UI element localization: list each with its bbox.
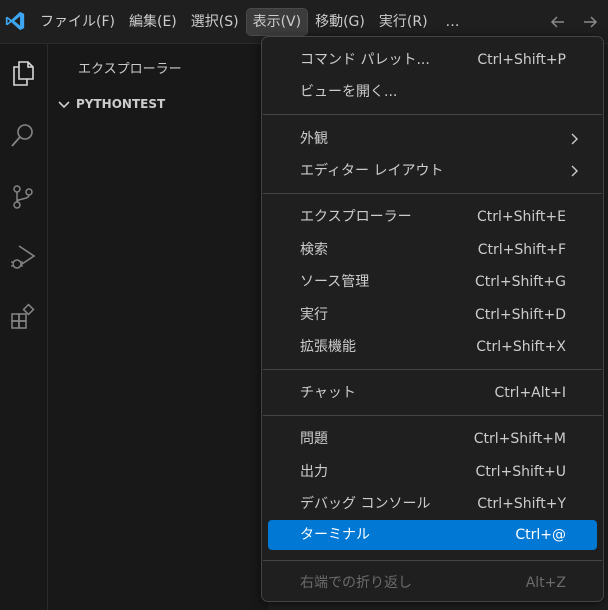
menu-separator (263, 560, 602, 561)
menu-item-problems[interactable]: 問題 Ctrl+Shift+M (268, 426, 597, 452)
menu-item-label: 出力 (300, 464, 328, 480)
menu-item-source-control[interactable]: ソース管理 Ctrl+Shift+G (268, 269, 597, 295)
menu-separator (263, 114, 602, 115)
menu-item-label: チャット (300, 385, 356, 401)
explorer-icon (13, 61, 34, 86)
menu-item-shortcut: Ctrl+Shift+F (477, 242, 566, 258)
menu-more[interactable]: … (436, 9, 470, 35)
menu-item-label: エディター レイアウト (300, 163, 444, 179)
menu-item-shortcut: Ctrl+Shift+M (473, 431, 566, 447)
chevron-right-icon (571, 165, 578, 177)
menu-separator (263, 369, 602, 370)
menu-item-label: コマンド パレット... (300, 52, 430, 68)
menu-item-label: 外観 (300, 131, 328, 147)
menu-item-label: ビューを開く... (300, 84, 398, 100)
explorer-sidebar: エクスプローラー PYTHONTEST (48, 44, 268, 610)
menu-item-shortcut: Ctrl+Shift+X (476, 339, 566, 355)
menu-item-label: 右端での折り返し (300, 575, 412, 591)
menu-item-word-wrap[interactable]: 右端での折り返し Alt+Z (268, 570, 597, 596)
vscode-logo-icon (5, 11, 25, 31)
menu-item-run[interactable]: 実行 Ctrl+Shift+D (268, 302, 597, 328)
view-menu-dropdown: コマンド パレット... Ctrl+Shift+P ビューを開く... 外観 エ… (261, 36, 604, 602)
menu-item-label: デバッグ コンソール (300, 496, 431, 512)
menu-item-shortcut: Ctrl+@ (515, 527, 566, 543)
menu-item-label: ターミナル (300, 527, 370, 543)
menu-item-output[interactable]: 出力 Ctrl+Shift+U (268, 459, 597, 485)
chevron-right-icon (571, 133, 578, 145)
run-debug-icon (11, 245, 36, 269)
run-debug-button[interactable] (8, 242, 40, 274)
menu-item-shortcut: Ctrl+Shift+G (474, 274, 566, 290)
menu-item-open-view[interactable]: ビューを開く... (268, 79, 597, 105)
menu-item-label: ソース管理 (300, 274, 370, 290)
menu-bar: ファイル(F) 編集(E) 選択(S) 表示(V) 移動(G) 実行(R) … (34, 8, 472, 36)
search-icon (11, 124, 33, 147)
menu-separator (263, 193, 602, 194)
menu-item-shortcut: Ctrl+Alt+I (494, 385, 566, 401)
menu-item-chat[interactable]: チャット Ctrl+Alt+I (268, 380, 597, 406)
menu-edit[interactable]: 編集(E) (123, 9, 183, 35)
menu-file[interactable]: ファイル(F) (34, 9, 121, 35)
menu-item-label: 問題 (300, 431, 328, 447)
menu-item-label: エクスプローラー (300, 209, 412, 225)
activity-bar (0, 44, 48, 610)
menu-item-terminal[interactable]: ターミナル Ctrl+@ (268, 520, 597, 550)
search-button[interactable] (8, 120, 40, 152)
menu-item-extensions[interactable]: 拡張機能 Ctrl+Shift+X (268, 334, 597, 360)
source-control-icon (13, 185, 33, 209)
folder-name: PYTHONTEST (76, 97, 166, 111)
extensions-button[interactable] (8, 302, 40, 334)
menu-item-label: 検索 (300, 242, 328, 258)
menu-item-shortcut: Ctrl+Shift+E (476, 209, 566, 225)
menu-selection[interactable]: 選択(S) (185, 9, 245, 35)
menu-item-explorer[interactable]: エクスプローラー Ctrl+Shift+E (268, 204, 597, 230)
menu-item-shortcut: Ctrl+Shift+Y (477, 496, 566, 512)
menu-item-label: 実行 (300, 307, 328, 323)
arrow-right-icon[interactable] (580, 12, 600, 32)
menu-item-shortcut: Ctrl+Shift+P (477, 52, 566, 68)
menu-item-label: 拡張機能 (300, 339, 356, 355)
extensions-icon (11, 303, 35, 329)
arrow-left-icon[interactable] (548, 12, 568, 32)
sidebar-title: エクスプローラー (78, 62, 182, 77)
menu-item-appearance[interactable]: 外観 (268, 126, 597, 152)
menu-item-shortcut: Alt+Z (525, 575, 566, 591)
menu-item-shortcut: Ctrl+Shift+D (475, 307, 566, 323)
source-control-button[interactable] (8, 182, 40, 214)
menu-run[interactable]: 実行(R) (373, 9, 434, 35)
menu-item-editor-layout[interactable]: エディター レイアウト (268, 158, 597, 184)
folder-header[interactable]: PYTHONTEST (56, 94, 165, 114)
menu-go[interactable]: 移動(G) (309, 9, 371, 35)
chevron-down-icon (58, 101, 70, 109)
menu-item-search[interactable]: 検索 Ctrl+Shift+F (268, 237, 597, 263)
menu-item-shortcut: Ctrl+Shift+U (475, 464, 566, 480)
menu-separator (263, 415, 602, 416)
menu-item-command-palette[interactable]: コマンド パレット... Ctrl+Shift+P (268, 47, 597, 73)
menu-item-debug-console[interactable]: デバッグ コンソール Ctrl+Shift+Y (268, 491, 597, 517)
menu-view[interactable]: 表示(V) (245, 8, 309, 36)
explorer-button[interactable] (8, 58, 40, 90)
